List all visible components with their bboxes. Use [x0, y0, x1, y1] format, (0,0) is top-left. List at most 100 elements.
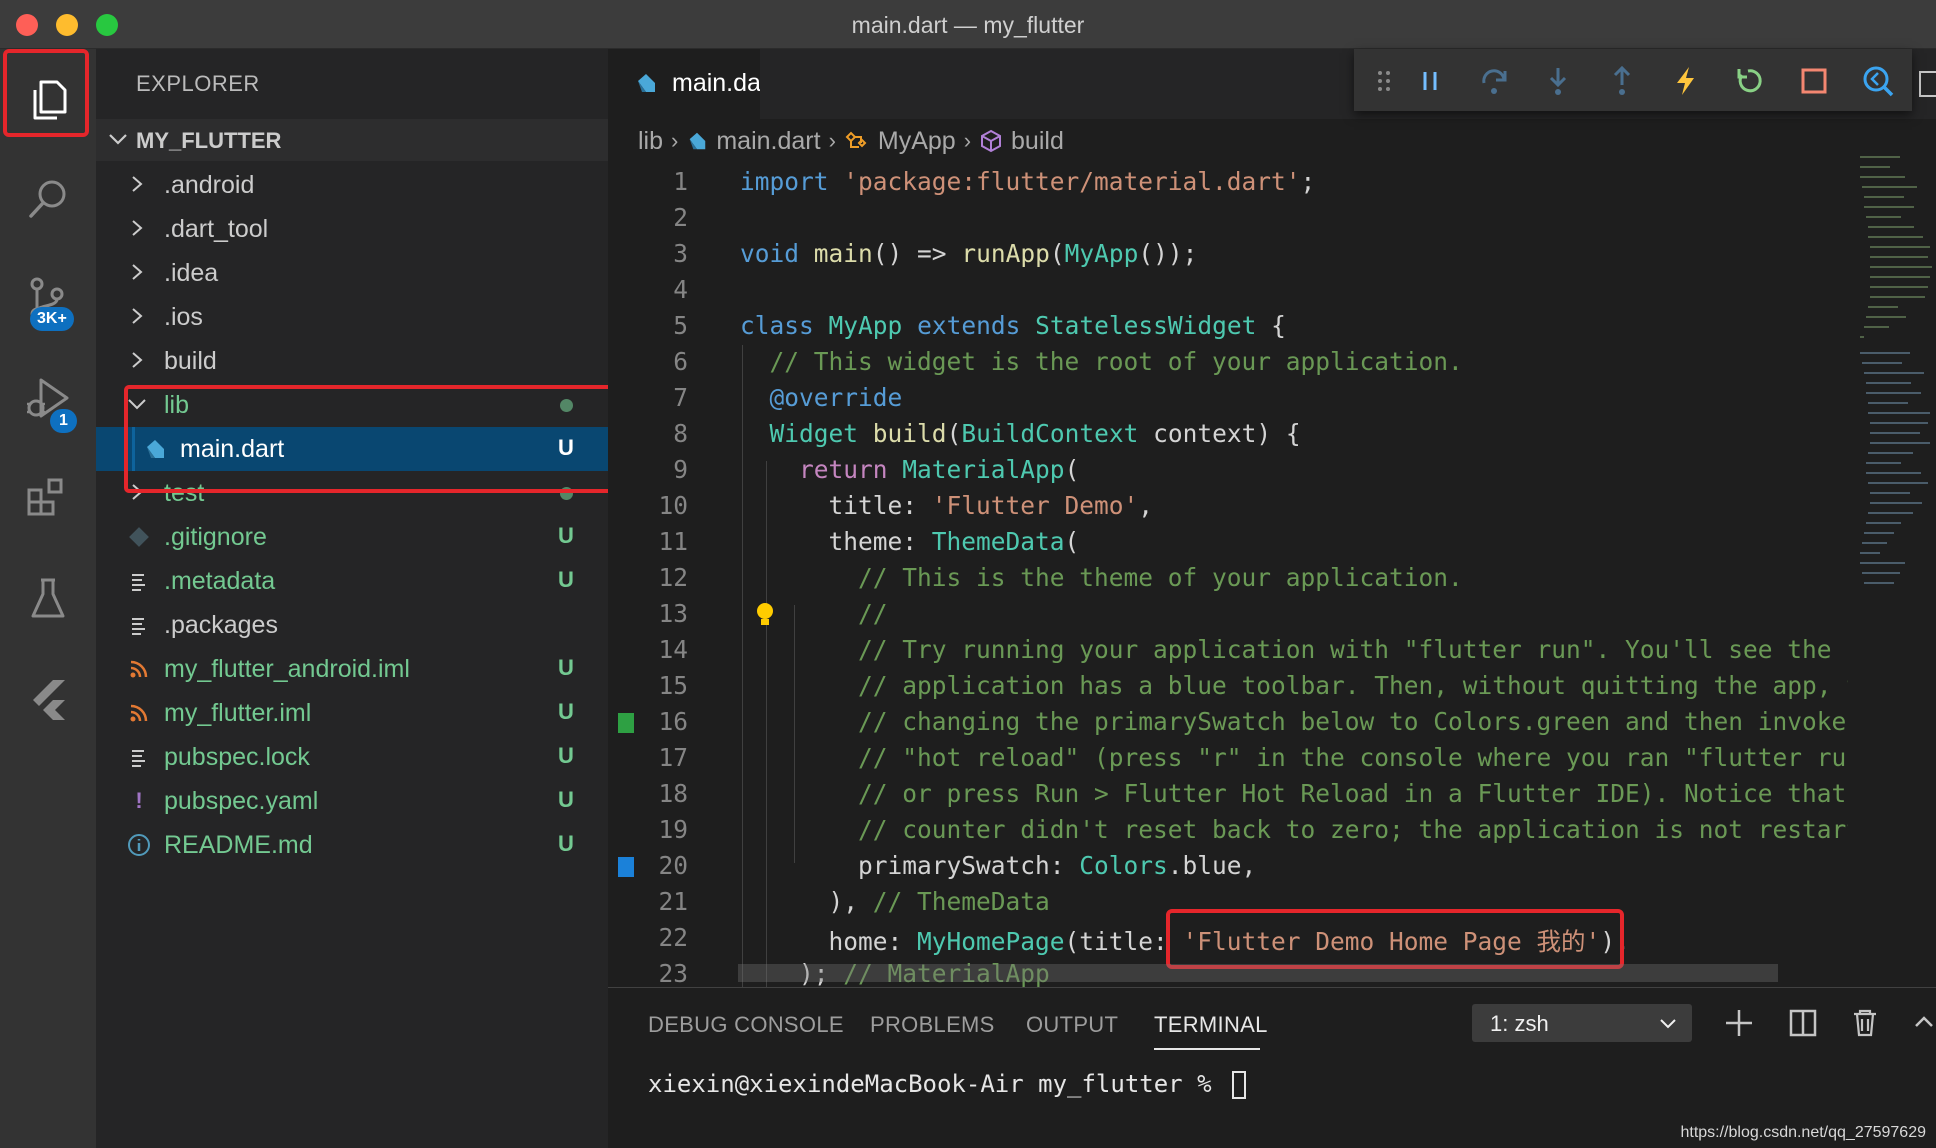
tree-item-pubspec-yaml[interactable]: ! pubspec.yaml U — [96, 779, 608, 823]
tree-item-dart-tool[interactable]: .dart_tool — [96, 207, 608, 251]
chevron-right-icon — [132, 308, 143, 324]
extensions-activity[interactable] — [0, 449, 96, 549]
tree-item-label: .packages — [164, 611, 278, 639]
activity-bar: 3K+ 1 — [0, 49, 96, 1148]
code-line[interactable]: 9 return MaterialApp( — [608, 453, 1848, 489]
git-status-badge: U — [558, 523, 574, 548]
restart-button[interactable] — [1732, 63, 1768, 99]
lightbulb-icon[interactable] — [754, 601, 776, 635]
code-line[interactable]: 15 // application has a blue toolbar. Th… — [608, 669, 1848, 705]
code-line[interactable]: 7 @override — [608, 381, 1848, 417]
tree-item-android-iml[interactable]: my_flutter_android.iml U — [96, 647, 608, 691]
workspace-section-header[interactable]: MY_FLUTTER — [96, 119, 608, 161]
step-into-icon — [1549, 68, 1567, 95]
tree-item-packages[interactable]: .packages — [96, 603, 608, 647]
line-number: 4 — [673, 275, 688, 304]
terminal-output[interactable]: xiexin@xiexindeMacBook-Air my_flutter % — [648, 1070, 1246, 1099]
line-number: 15 — [658, 671, 688, 700]
line-text: return MaterialApp( — [799, 455, 1080, 484]
code-line[interactable]: 2 — [608, 201, 1848, 237]
line-text: // Try running your application with "fl… — [858, 635, 1832, 664]
code-line[interactable]: 10 title: 'Flutter Demo', — [608, 489, 1848, 525]
chevron-up-icon[interactable] — [1910, 1006, 1936, 1040]
tab-output[interactable]: OUTPUT — [1026, 1012, 1118, 1038]
run-debug-activity[interactable]: 1 — [0, 349, 96, 449]
explorer-activity[interactable] — [0, 49, 96, 149]
tree-item-label: .ios — [164, 303, 203, 331]
code-editor[interactable]: 1 import 'package:flutter/material.dart';… — [608, 165, 1848, 987]
line-text: void main() => runApp(MyApp()); — [740, 239, 1198, 268]
code-line[interactable]: 19 // counter didn't reset back to zero;… — [608, 813, 1848, 849]
breadcrumb-item[interactable]: main.dart — [716, 127, 820, 156]
text-file-icon — [126, 568, 152, 594]
split-editor-icon[interactable] — [1916, 69, 1936, 99]
flutter-activity[interactable] — [0, 649, 96, 749]
tree-item-metadata[interactable]: .metadata U — [96, 559, 608, 603]
tree-item-label: .android — [164, 171, 255, 199]
code-line[interactable]: 14 // Try running your application with … — [608, 633, 1848, 669]
tree-item-gitignore[interactable]: .gitignore U — [96, 515, 608, 559]
split-terminal-icon[interactable] — [1786, 1006, 1820, 1040]
source-control-activity[interactable]: 3K+ — [0, 249, 96, 349]
tab-debug-console[interactable]: DEBUG CONSOLE — [648, 1012, 844, 1038]
horizontal-scrollbar[interactable] — [738, 964, 1778, 982]
tab-main-dart[interactable]: main.dart — [608, 49, 760, 119]
editor-area: main.dart — [608, 49, 1936, 987]
tree-item-label: .dart_tool — [164, 215, 269, 243]
code-line[interactable]: 12 // This is the theme of your applicat… — [608, 561, 1848, 597]
code-line[interactable]: 4 — [608, 273, 1848, 309]
code-line[interactable]: 1 import 'package:flutter/material.dart'; — [608, 165, 1848, 201]
pause-button[interactable] — [1412, 63, 1448, 99]
git-status-badge: U — [558, 831, 574, 856]
code-line[interactable]: 11 theme: ThemeData( — [608, 525, 1848, 561]
breadcrumb-item[interactable]: lib — [638, 127, 663, 156]
step-over-button[interactable] — [1476, 63, 1512, 99]
code-line[interactable]: 5 class MyApp extends StatelessWidget { — [608, 309, 1848, 345]
chevron-right-icon: › — [671, 128, 679, 153]
code-line[interactable]: 16 // changing the primarySwatch below t… — [608, 705, 1848, 741]
line-text: // "hot reload" (press "r" in the consol… — [858, 743, 1848, 772]
title-bar: main.dart — my_flutter — [0, 0, 1936, 49]
chevron-right-icon — [132, 264, 143, 280]
tab-terminal[interactable]: TERMINAL — [1154, 1012, 1268, 1038]
tree-item-ios[interactable]: .ios — [96, 295, 608, 339]
chevron-down-icon — [1660, 1019, 1676, 1029]
git-status-badge: U — [558, 743, 574, 768]
step-out-button[interactable] — [1604, 63, 1640, 99]
code-line[interactable]: 6 // This widget is the root of your app… — [608, 345, 1848, 381]
breadcrumb-item[interactable]: MyApp — [878, 127, 956, 156]
inspect-icon — [1863, 66, 1894, 97]
tree-item-readme[interactable]: README.md U — [96, 823, 608, 867]
code-line[interactable]: 13 // — [608, 597, 1848, 633]
testing-activity[interactable] — [0, 549, 96, 649]
drag-handle-icon[interactable] — [1366, 63, 1402, 99]
tab-problems[interactable]: PROBLEMS — [870, 1012, 995, 1038]
code-line[interactable]: 8 Widget build(BuildContext context) { — [608, 417, 1848, 453]
step-out-icon — [1613, 65, 1631, 95]
terminal-select[interactable]: 1: zsh — [1472, 1004, 1692, 1042]
tree-item-idea[interactable]: .idea — [96, 251, 608, 295]
code-line[interactable]: 17 // "hot reload" (press "r" in the con… — [608, 741, 1848, 777]
hot-reload-button[interactable] — [1668, 63, 1704, 99]
tree-item-build[interactable]: build — [96, 339, 608, 383]
minimap[interactable] — [1852, 153, 1936, 613]
tree-item-label: .gitignore — [164, 523, 267, 551]
class-icon — [844, 129, 870, 153]
trash-icon[interactable] — [1848, 1006, 1882, 1040]
code-line[interactable]: 20 primarySwatch: Colors.blue, — [608, 849, 1848, 885]
breadcrumb-item[interactable]: build — [1011, 127, 1064, 156]
workspace-name: MY_FLUTTER — [136, 128, 282, 153]
inspect-widget-button[interactable] — [1860, 63, 1896, 99]
step-into-button[interactable] — [1540, 63, 1576, 99]
breadcrumb: lib › main.dart › MyApp › build — [638, 121, 1064, 161]
plus-icon[interactable] — [1722, 1006, 1756, 1040]
tree-item-pubspec-lock[interactable]: pubspec.lock U — [96, 735, 608, 779]
search-activity[interactable] — [0, 149, 96, 249]
code-line[interactable]: 18 // or press Run > Flutter Hot Reload … — [608, 777, 1848, 813]
tree-item-android[interactable]: .android — [96, 163, 608, 207]
stop-button[interactable] — [1796, 63, 1832, 99]
code-line[interactable]: 22 home: MyHomePage(title: 'Flutter Demo… — [608, 909, 1848, 969]
pause-icon — [1423, 72, 1437, 90]
code-line[interactable]: 3 void main() => runApp(MyApp()); — [608, 237, 1848, 273]
tree-item-flutter-iml[interactable]: my_flutter.iml U — [96, 691, 608, 735]
